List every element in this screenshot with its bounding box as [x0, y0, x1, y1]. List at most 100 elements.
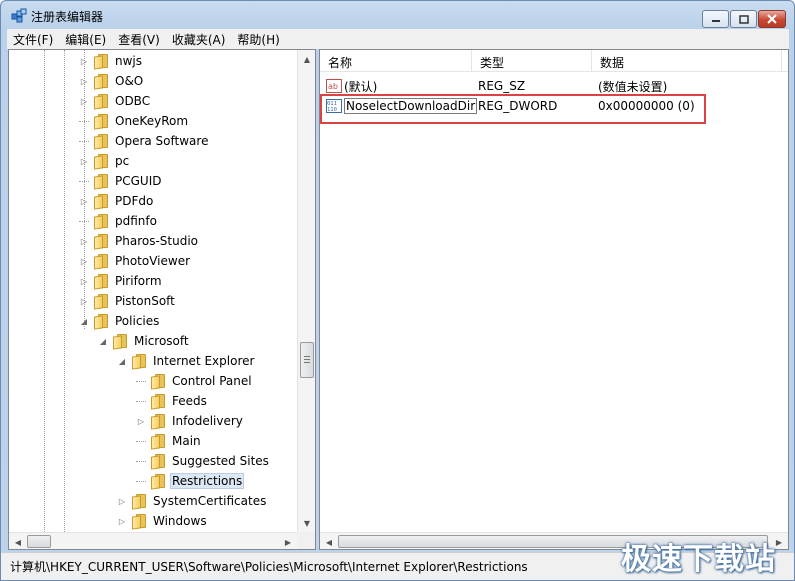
- expand-arrow-icon[interactable]: ▷: [79, 56, 89, 66]
- collapse-arrow-icon[interactable]: ◢: [117, 356, 127, 366]
- scroll-up-arrow-icon[interactable]: ▲: [299, 51, 315, 67]
- minimize-button[interactable]: [702, 10, 729, 28]
- tree-item-label: nwjs: [115, 54, 143, 68]
- tree-item-label: Infodelivery: [172, 414, 243, 428]
- expand-arrow-icon[interactable]: ▷: [79, 276, 89, 286]
- tree-item[interactable]: ▷ PistonSoft: [79, 291, 177, 311]
- tree-vertical-scrollbar[interactable]: ▲ ▼: [297, 50, 315, 532]
- scrollbar-corner: [297, 532, 315, 549]
- folder-icon: [93, 193, 109, 210]
- tree-item[interactable]: ▷ PhotoViewer: [79, 251, 192, 271]
- tree-scroll-thumb[interactable]: [300, 342, 314, 378]
- tree-item-label: Microsoft: [134, 334, 189, 348]
- column-header-data[interactable]: 数据: [592, 50, 782, 71]
- menu-view[interactable]: 查看(V): [112, 31, 166, 48]
- expand-arrow-icon[interactable]: ▷: [79, 236, 89, 246]
- expand-arrow-icon[interactable]: ▷: [136, 416, 146, 426]
- title-bar: 注册表编辑器: [1, 1, 794, 29]
- tree-item[interactable]: ▷ O&O: [79, 71, 145, 91]
- tree-item-label: Policies: [115, 314, 160, 328]
- tree-connector: [136, 460, 146, 462]
- tree-item-label: Restrictions: [170, 473, 245, 489]
- tree-item-label: Windows: [153, 514, 207, 528]
- scroll-down-arrow-icon[interactable]: ▼: [299, 515, 315, 531]
- scroll-right-arrow-icon[interactable]: ▶: [280, 534, 296, 549]
- watermark-logo: 极速下载站: [621, 542, 776, 577]
- close-button[interactable]: [758, 10, 786, 28]
- folder-icon: [150, 473, 166, 490]
- tree-item[interactable]: ▷ Infodelivery: [136, 411, 245, 431]
- expand-arrow-icon[interactable]: ▷: [79, 256, 89, 266]
- expand-arrow-icon[interactable]: ▷: [79, 196, 89, 206]
- minimize-icon: [711, 20, 720, 22]
- column-header-type[interactable]: 类型: [472, 50, 592, 71]
- tree-guide-line: [44, 50, 45, 532]
- folder-icon: [150, 393, 166, 410]
- tree-item[interactable]: ▷ ODBC: [79, 91, 152, 111]
- expand-arrow-icon[interactable]: ▷: [79, 156, 89, 166]
- expand-arrow-icon[interactable]: ▷: [117, 516, 127, 526]
- folder-icon: [93, 73, 109, 90]
- tree-item-label: ODBC: [115, 94, 151, 108]
- tree-item[interactable]: ▷ pc: [79, 151, 131, 171]
- tree-item[interactable]: Control Panel: [136, 371, 254, 391]
- tree-item[interactable]: ◢ Policies: [79, 311, 161, 331]
- menu-edit[interactable]: 编辑(E): [59, 31, 112, 48]
- tree-item[interactable]: Opera Software: [79, 131, 210, 151]
- tree-item[interactable]: ◢ Internet Explorer: [117, 351, 256, 371]
- tree-item[interactable]: OneKeyRom: [79, 111, 190, 131]
- tree-horizontal-scrollbar[interactable]: ◀ ▶: [9, 532, 297, 549]
- tree-connector: [136, 380, 146, 382]
- value-name: (默认): [344, 79, 378, 94]
- maximize-button[interactable]: [730, 10, 757, 28]
- tree-item[interactable]: pdfinfo: [79, 211, 159, 231]
- tree-item[interactable]: ▷ Windows: [117, 511, 209, 531]
- tree-item-label: Internet Explorer: [153, 354, 255, 368]
- registry-editor-window: 注册表编辑器 文件(F) 编辑(E) 查看(V) 收藏夹(A) 帮助(H) ▲ …: [0, 0, 795, 581]
- scroll-left-arrow-icon[interactable]: ◀: [10, 534, 26, 549]
- tree-item-label: Control Panel: [172, 374, 252, 388]
- tree-item[interactable]: ◢ Microsoft: [98, 331, 191, 351]
- tree-item-label: OneKeyRom: [115, 114, 189, 128]
- value-row[interactable]: ab (默认) REG_SZ (数值未设置): [320, 76, 788, 96]
- tree-hscroll-thumb[interactable]: [27, 535, 51, 548]
- tree-item-label: SystemCertificates: [153, 494, 267, 508]
- tree-connector: [79, 180, 89, 182]
- annotation-highlight-box: [320, 94, 706, 124]
- tree-item[interactable]: ▷ nwjs: [79, 51, 144, 71]
- tree-connector: [136, 440, 146, 442]
- expand-arrow-icon[interactable]: ▷: [117, 496, 127, 506]
- collapse-arrow-icon[interactable]: ◢: [98, 336, 108, 346]
- tree-item-label: Feeds: [172, 394, 207, 408]
- tree-item-label: O&O: [115, 74, 144, 88]
- tree-item[interactable]: ▷ Pharos-Studio: [79, 231, 200, 251]
- tree-item[interactable]: Main: [136, 431, 203, 451]
- expand-arrow-icon[interactable]: ▷: [79, 296, 89, 306]
- tree-item-label: pc: [115, 154, 130, 168]
- expand-arrow-icon[interactable]: ▷: [79, 96, 89, 106]
- folder-icon: [131, 513, 147, 530]
- tree-item[interactable]: Feeds: [136, 391, 209, 411]
- tree-item[interactable]: ▷ PDFdo: [79, 191, 155, 211]
- tree-item[interactable]: PCGUID: [79, 171, 163, 191]
- tree-item-label: Opera Software: [115, 134, 209, 148]
- folder-icon: [93, 313, 109, 330]
- tree-item[interactable]: ▷ SystemCertificates: [117, 491, 268, 511]
- menu-help[interactable]: 帮助(H): [231, 31, 285, 48]
- folder-icon: [131, 493, 147, 510]
- menu-file[interactable]: 文件(F): [7, 31, 59, 48]
- menu-favorites[interactable]: 收藏夹(A): [166, 31, 232, 48]
- column-header-name[interactable]: 名称: [320, 50, 472, 71]
- list-column-header: 名称 类型 数据: [320, 50, 788, 72]
- folder-icon: [93, 293, 109, 310]
- scroll-left-arrow-icon[interactable]: ◀: [321, 534, 337, 549]
- tree-item[interactable]: Suggested Sites: [136, 451, 271, 471]
- tree-item[interactable]: Restrictions: [136, 471, 245, 491]
- tree-item[interactable]: ▷ Piriform: [79, 271, 164, 291]
- tree-item-label: PCGUID: [115, 174, 162, 188]
- folder-icon: [150, 433, 166, 450]
- value-type: REG_SZ: [478, 79, 526, 93]
- expand-arrow-icon[interactable]: ▷: [79, 76, 89, 86]
- folder-icon: [93, 133, 109, 150]
- collapse-arrow-icon[interactable]: ◢: [79, 316, 89, 326]
